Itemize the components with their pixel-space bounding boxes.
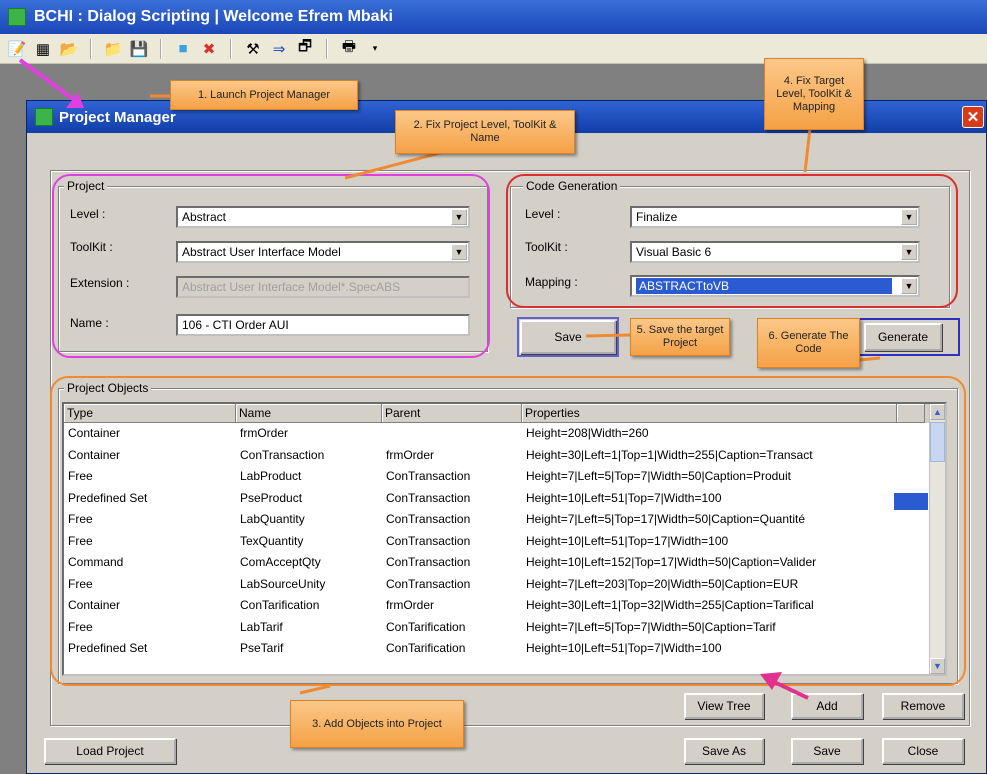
callout-fix-project: 2. Fix Project Level, ToolKit & Name <box>395 110 575 154</box>
callout-add-objects: 3. Add Objects into Project <box>290 700 464 748</box>
callout-fix-target: 4. Fix Target Level, ToolKit & Mapping <box>764 58 864 130</box>
callout-save-target: 5. Save the target Project <box>630 318 730 356</box>
callout-generate: 6. Generate The Code <box>757 318 860 368</box>
callout-launch: 1. Launch Project Manager <box>170 80 358 110</box>
